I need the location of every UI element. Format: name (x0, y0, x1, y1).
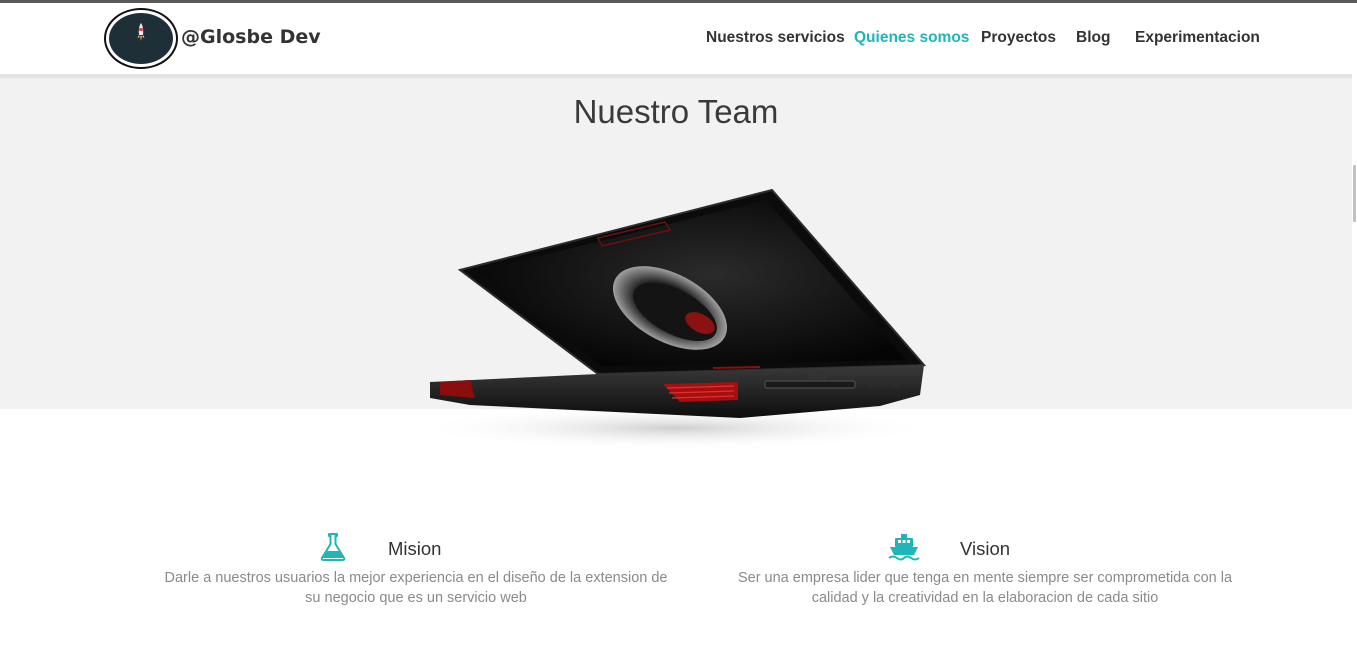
laptop-image (415, 188, 935, 450)
vision-text: Ser una empresa lider que tenga en mente… (737, 570, 1233, 606)
vision-title: Vision (960, 538, 1011, 559)
ship-icon (888, 534, 920, 561)
scrollbar-thumb[interactable] (1353, 165, 1356, 222)
mision-text: Darle a nuestros usuarios la mejor exper… (164, 570, 668, 606)
mision-title: Mision (388, 538, 442, 559)
scrollbar[interactable] (1352, 3, 1357, 654)
flask-icon (320, 533, 346, 561)
